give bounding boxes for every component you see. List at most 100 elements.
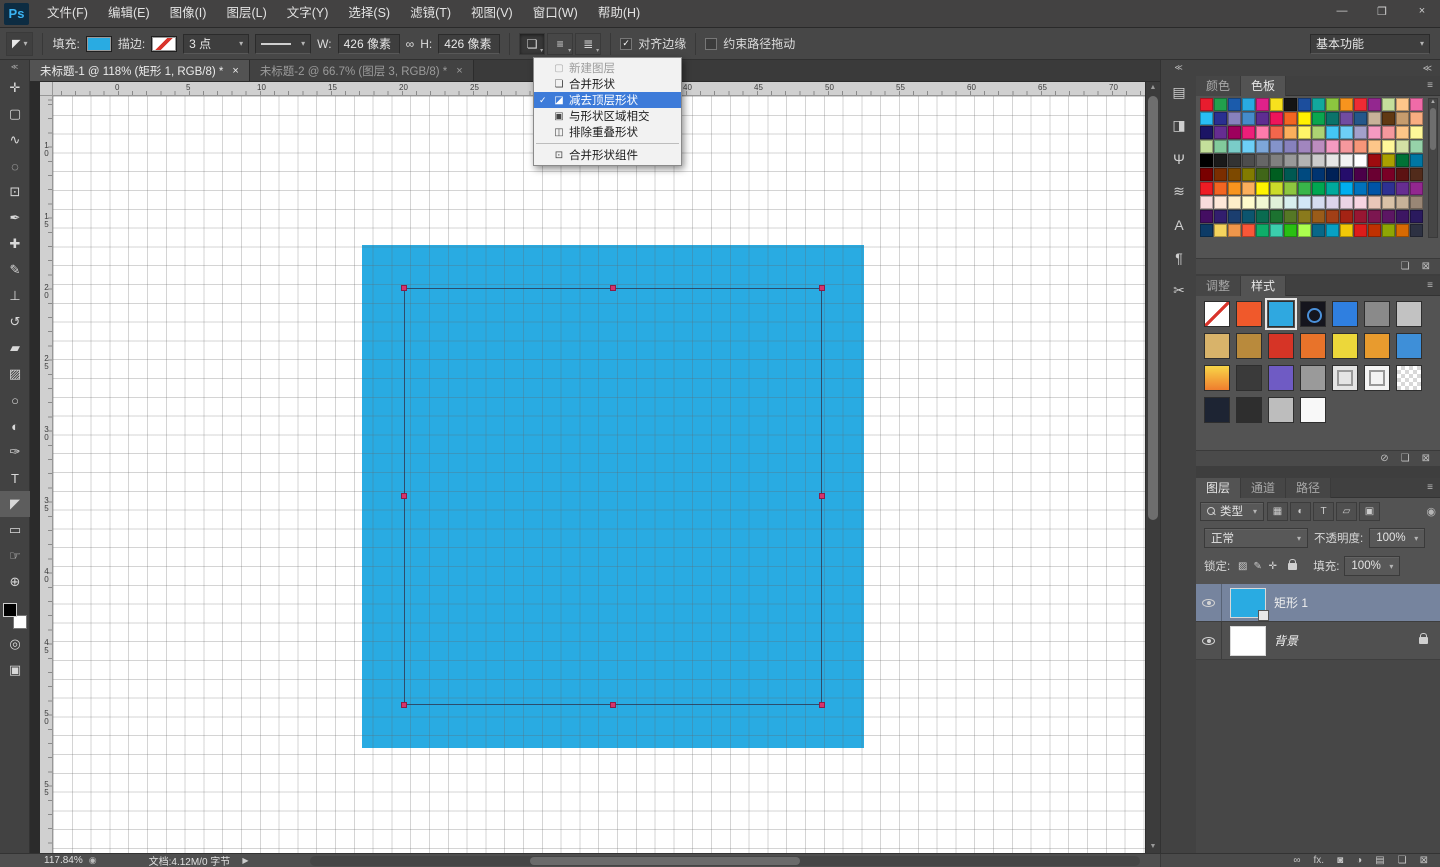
layer-row[interactable]: 背景 [1196, 622, 1440, 660]
slice-panel-icon[interactable]: ✂ [1161, 274, 1197, 307]
path-menu-item[interactable]: ✓◪减去顶层形状 [534, 92, 681, 108]
color-swatch[interactable] [1284, 112, 1297, 125]
color-swatch[interactable] [1354, 112, 1367, 125]
path-anchor[interactable] [610, 285, 616, 291]
delete-layer-icon[interactable]: ⊠ [1420, 855, 1428, 866]
eraser-tool[interactable]: ▰ [0, 335, 30, 361]
color-swatch[interactable] [1214, 168, 1227, 181]
color-swatch[interactable] [1200, 98, 1213, 111]
style-thumbnail[interactable] [1268, 397, 1294, 423]
color-swatch[interactable] [1270, 210, 1283, 223]
color-swatch[interactable] [1256, 224, 1269, 237]
color-swatch[interactable] [1284, 140, 1297, 153]
menu-item[interactable]: 视图(V) [461, 0, 523, 27]
status-expand-icon[interactable]: ▶ [242, 856, 248, 865]
properties-panel-icon[interactable]: ◨ [1161, 109, 1197, 142]
color-swatch[interactable] [1326, 210, 1339, 223]
history-brush-tool[interactable]: ↺ [0, 309, 30, 335]
style-thumbnail[interactable] [1268, 301, 1294, 327]
layer-thumbnail[interactable] [1230, 588, 1266, 618]
tab-styles[interactable]: 样式 [1241, 276, 1286, 296]
tab-swatches[interactable]: 色板 [1241, 76, 1286, 96]
clone-source-panel-icon[interactable]: Ψ [1161, 142, 1197, 175]
visibility-toggle[interactable] [1196, 584, 1222, 621]
dodge-tool[interactable]: ◐ [0, 413, 30, 439]
color-swatch[interactable] [1284, 224, 1297, 237]
color-swatch[interactable] [1228, 126, 1241, 139]
color-swatch[interactable] [1256, 168, 1269, 181]
timeline-panel-icon[interactable]: ≋ [1161, 175, 1197, 208]
scroll-up-icon[interactable]: ▲ [1430, 99, 1436, 105]
style-thumbnail[interactable] [1332, 301, 1358, 327]
tab-layers[interactable]: 图层 [1196, 478, 1241, 498]
color-swatch[interactable] [1354, 182, 1367, 195]
clear-style-icon[interactable]: ⊘ [1380, 453, 1388, 464]
color-swatch[interactable] [1340, 154, 1353, 167]
style-thumbnail[interactable] [1300, 397, 1326, 423]
filter-pixel-icon[interactable]: ▦ [1267, 502, 1288, 521]
color-swatch[interactable] [1382, 224, 1395, 237]
color-swatch[interactable] [1298, 112, 1311, 125]
opacity-select[interactable]: 100% ▾ [1369, 528, 1425, 548]
character-panel-icon[interactable]: A [1161, 208, 1197, 241]
color-swatch[interactable] [1214, 224, 1227, 237]
layer-mask-icon[interactable]: ◙ [1337, 855, 1343, 866]
color-swatch[interactable] [1298, 196, 1311, 209]
path-anchor[interactable] [401, 493, 407, 499]
close-button[interactable]: × [1410, 5, 1434, 18]
color-swatch[interactable] [1228, 210, 1241, 223]
zoom-level[interactable]: 117.84% [44, 855, 83, 866]
color-swatch[interactable] [1270, 182, 1283, 195]
color-swatch[interactable] [1200, 140, 1213, 153]
vertical-scrollbar[interactable]: ▲ ▼ [1145, 82, 1160, 853]
vertical-scrollbar-thumb[interactable] [1148, 96, 1158, 520]
style-thumbnail[interactable] [1204, 301, 1230, 327]
tab-color[interactable]: 颜色 [1196, 76, 1241, 96]
path-menu-item[interactable]: ◫排除重叠形状 [534, 124, 681, 140]
style-thumbnail[interactable] [1300, 333, 1326, 359]
color-swatch[interactable] [1242, 168, 1255, 181]
color-swatch[interactable] [1284, 210, 1297, 223]
tab-adjustments[interactable]: 调整 [1196, 276, 1241, 296]
path-arrange-button[interactable]: ≣▾ [575, 33, 601, 55]
color-swatch[interactable] [1298, 210, 1311, 223]
color-swatch[interactable] [1270, 154, 1283, 167]
path-menu-item[interactable]: ⊡合并形状组件 [534, 147, 681, 163]
clone-stamp-tool[interactable]: ⊥ [0, 283, 30, 309]
color-swatch[interactable] [1312, 196, 1325, 209]
color-swatch[interactable] [1326, 98, 1339, 111]
fill-color-swatch[interactable] [86, 36, 112, 52]
color-swatch[interactable] [1256, 210, 1269, 223]
color-swatch[interactable] [1242, 224, 1255, 237]
constrain-path-checkbox[interactable] [705, 38, 717, 50]
color-swatch[interactable] [1396, 98, 1409, 111]
style-thumbnail[interactable] [1204, 397, 1230, 423]
style-thumbnail[interactable] [1332, 333, 1358, 359]
document-tab[interactable]: 未标题-2 @ 66.7% (图层 3, RGB/8) *× [250, 60, 474, 81]
path-anchor[interactable] [401, 702, 407, 708]
color-swatch[interactable] [1256, 112, 1269, 125]
lock-all-icon[interactable] [1285, 558, 1300, 574]
color-swatch[interactable] [1298, 140, 1311, 153]
color-swatch[interactable] [1410, 196, 1423, 209]
color-swatch[interactable] [1214, 210, 1227, 223]
color-swatch[interactable] [1410, 210, 1423, 223]
foreground-color[interactable] [3, 603, 17, 617]
color-swatch[interactable] [1382, 154, 1395, 167]
color-swatch[interactable] [1312, 210, 1325, 223]
layer-filter-select[interactable]: 类型 ▾ [1200, 502, 1264, 521]
style-thumbnail[interactable] [1396, 333, 1422, 359]
color-swatch[interactable] [1242, 210, 1255, 223]
color-swatch[interactable] [1410, 126, 1423, 139]
brush-tool[interactable]: ✎ [0, 257, 30, 283]
color-swatch[interactable] [1354, 154, 1367, 167]
swatches-scrollbar[interactable]: ▲ [1428, 98, 1438, 238]
lock-transparency-icon[interactable]: ▨ [1235, 558, 1250, 574]
style-thumbnail[interactable] [1268, 333, 1294, 359]
color-swatch[interactable] [1270, 196, 1283, 209]
color-swatch[interactable] [1326, 126, 1339, 139]
color-swatch[interactable] [1396, 126, 1409, 139]
color-swatch[interactable] [1242, 140, 1255, 153]
panel-strip-collapse-icon[interactable]: ≪ [1161, 60, 1196, 76]
delete-swatch-icon[interactable]: ⊠ [1422, 261, 1430, 272]
